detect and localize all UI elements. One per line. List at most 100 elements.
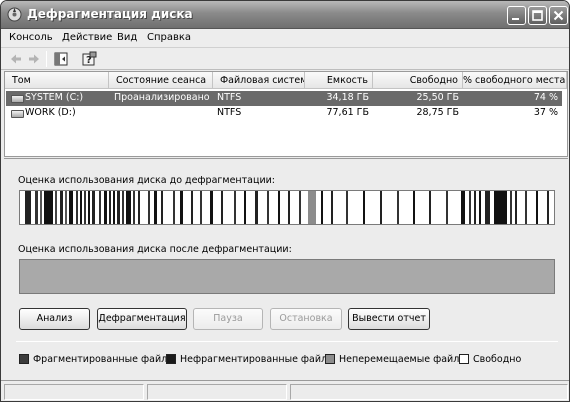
column-header-free-percent[interactable]: % свободного места: [463, 72, 567, 89]
cluster-segment: [278, 191, 280, 224]
cluster-segment: [321, 191, 323, 224]
column-header-filesystem[interactable]: Файловая система: [213, 72, 305, 89]
cluster-segment: [200, 191, 202, 224]
volume-capacity: 34,18 ГБ: [326, 92, 369, 103]
cluster-segment: [474, 191, 476, 224]
cluster-segment: [99, 191, 101, 224]
cluster-segment: [234, 191, 236, 224]
cluster-segment: [55, 191, 57, 224]
cluster-segment: [117, 191, 120, 224]
cluster-segment: [180, 191, 183, 224]
cluster-segment: [299, 191, 301, 224]
cluster-segment: [331, 191, 333, 224]
drive-icon: [11, 95, 24, 103]
volume-filesystem: NTFS: [217, 92, 242, 103]
cluster-segment: [255, 191, 258, 224]
cluster-segment: [221, 191, 223, 224]
show-hide-tree-icon[interactable]: [53, 51, 69, 67]
after-defrag-map: [19, 259, 555, 294]
cluster-segment: [25, 191, 31, 224]
volume-filesystem: NTFS: [217, 107, 242, 118]
cluster-segment: [429, 191, 431, 224]
cluster-segment: [104, 191, 107, 224]
cluster-segment: [84, 191, 86, 224]
cluster-segment: [40, 191, 42, 224]
volume-row-system[interactable]: SYSTEM (C:) Проанализировано NTFS 34,18 …: [6, 91, 562, 106]
cluster-segment: [244, 191, 246, 224]
cluster-segment: [413, 191, 415, 224]
cluster-segment: [191, 191, 193, 224]
legend-unmovable-label: Неперемещаемые файлы: [339, 354, 467, 365]
volume-name: SYSTEM (C:): [25, 92, 84, 103]
cluster-segment: [161, 191, 163, 224]
menu-action[interactable]: Действие: [62, 32, 112, 43]
after-defrag-label: Оценка использования диска после дефрагм…: [18, 244, 292, 255]
maximize-button[interactable]: [528, 6, 547, 25]
cluster-segment: [515, 191, 517, 224]
cluster-segment: [133, 191, 135, 224]
volume-status: Проанализировано: [114, 92, 210, 103]
window-title: Дефрагментация диска: [27, 7, 193, 21]
forward-arrow-icon[interactable]: [26, 51, 42, 67]
column-header-status[interactable]: Состояние сеанса: [109, 72, 213, 89]
volume-free: 28,75 ГБ: [416, 107, 459, 118]
cluster-segment: [267, 191, 269, 224]
volume-row-work[interactable]: WORK (D:) NTFS 77,61 ГБ 28,75 ГБ 37 %: [6, 106, 562, 121]
view-report-button[interactable]: Вывести отчет: [348, 308, 430, 330]
analysis-panel: Оценка использования диска до дефрагмент…: [4, 158, 568, 379]
close-button[interactable]: [549, 6, 568, 25]
cluster-segment: [469, 191, 471, 224]
cluster-segment: [494, 191, 507, 224]
legend-fragmented-swatch: [19, 354, 29, 364]
column-header-free[interactable]: Свободно: [373, 72, 463, 89]
analyze-button[interactable]: Анализ: [19, 308, 90, 330]
volume-list[interactable]: Том Состояние сеанса Файловая система Ем…: [4, 71, 568, 157]
cluster-segment: [308, 191, 316, 224]
status-pane-3: [290, 384, 568, 400]
cluster-segment: [76, 191, 78, 224]
before-defrag-label: Оценка использования диска до дефрагмент…: [18, 175, 275, 186]
menu-console[interactable]: Консоль: [9, 32, 53, 43]
legend-contiguous-swatch: [166, 354, 176, 364]
status-bar: [1, 380, 569, 401]
help-icon[interactable]: ?: [81, 51, 97, 67]
cluster-segment: [122, 191, 124, 224]
cluster-segment: [210, 191, 213, 224]
back-arrow-icon[interactable]: [8, 51, 24, 67]
cluster-segment: [148, 191, 150, 224]
cluster-segment: [397, 191, 399, 224]
cluster-segment: [80, 191, 82, 224]
close-icon: [553, 10, 564, 21]
cluster-segment: [536, 191, 538, 224]
legend-free-label: Свободно: [473, 354, 522, 365]
cluster-segment: [35, 191, 38, 224]
defragment-button[interactable]: Дефрагментация: [97, 308, 187, 330]
drive-icon: [11, 110, 24, 118]
cluster-segment: [109, 191, 111, 224]
cluster-segment: [446, 191, 448, 224]
status-pane-1: [4, 384, 144, 400]
cluster-segment: [380, 191, 382, 224]
cluster-segment: [69, 191, 73, 224]
minimize-button[interactable]: [507, 6, 526, 25]
defrag-app-icon: [7, 7, 22, 22]
volume-free: 25,50 ГБ: [416, 92, 459, 103]
legend-divider: [16, 341, 558, 342]
menu-help[interactable]: Справка: [147, 32, 191, 43]
cluster-segment: [44, 191, 53, 224]
volume-free-percent: 74 %: [533, 92, 558, 103]
cluster-segment: [461, 191, 465, 224]
column-header-volume[interactable]: Том: [5, 72, 109, 89]
column-header-capacity[interactable]: Емкость: [305, 72, 373, 89]
pause-button[interactable]: Пауза: [193, 308, 263, 330]
cluster-segment: [510, 191, 512, 224]
cluster-segment: [126, 191, 131, 224]
cluster-segment: [479, 191, 481, 224]
menu-view[interactable]: Вид: [117, 32, 137, 43]
cluster-segment: [113, 191, 115, 224]
cluster-segment: [173, 191, 175, 224]
title-bar[interactable]: Дефрагментация диска: [1, 1, 569, 29]
cluster-segment: [346, 191, 348, 224]
cluster-segment: [138, 191, 140, 224]
stop-button[interactable]: Остановка: [270, 308, 342, 330]
